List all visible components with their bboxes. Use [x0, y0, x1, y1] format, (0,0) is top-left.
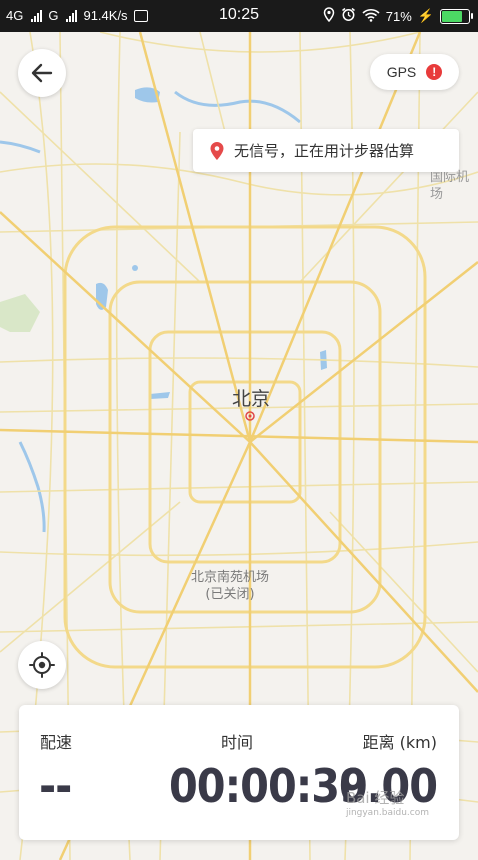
- toast-message: 无信号，正在用计步器估算: [234, 142, 415, 160]
- pace-value: --: [39, 759, 72, 813]
- watermark-text: Bai 经验: [345, 789, 405, 807]
- gps-status-button[interactable]: GPS !: [370, 54, 459, 90]
- gps-label: GPS: [386, 64, 417, 80]
- watermark: Bai 经验 jingyan.baidu.com: [346, 787, 429, 818]
- distance-label: 距离 (km): [362, 733, 437, 752]
- time-value: 00:00:39: [169, 759, 368, 813]
- crosshair-icon: [29, 652, 55, 678]
- airport-label-name: 北京南苑机场: [191, 570, 270, 585]
- watermark-sub: jingyan.baidu.com: [345, 808, 429, 818]
- charging-icon: ⚡: [417, 8, 434, 23]
- workout-stats-panel: 配速 时间 距离 (km) -- 00:00:39 0.00 Bai 经验 ji…: [19, 705, 459, 840]
- city-label: 北京: [232, 388, 271, 410]
- arrow-left-icon: [31, 63, 53, 83]
- signal-toast: 无信号，正在用计步器估算: [193, 129, 459, 172]
- airport-label-status: (已关闭): [205, 587, 255, 602]
- locate-button[interactable]: [18, 641, 66, 689]
- battery-percent: 71%: [385, 8, 412, 24]
- wifi-icon: [362, 8, 380, 25]
- capital-airport-label-line2: 国际机场: [430, 170, 470, 202]
- back-button[interactable]: [18, 49, 66, 97]
- time-label: 时间: [221, 733, 254, 752]
- location-pin-icon: [210, 141, 224, 160]
- alarm-icon: [341, 7, 356, 25]
- location-icon: [323, 7, 335, 25]
- pace-label: 配速: [40, 733, 73, 752]
- battery-icon: [440, 8, 473, 24]
- alert-icon: !: [426, 64, 443, 80]
- status-bar: 4G G 91.4K/s 10:25 71% ⚡: [0, 0, 478, 32]
- airport-label: 北京南苑机场 (已关闭): [191, 569, 269, 603]
